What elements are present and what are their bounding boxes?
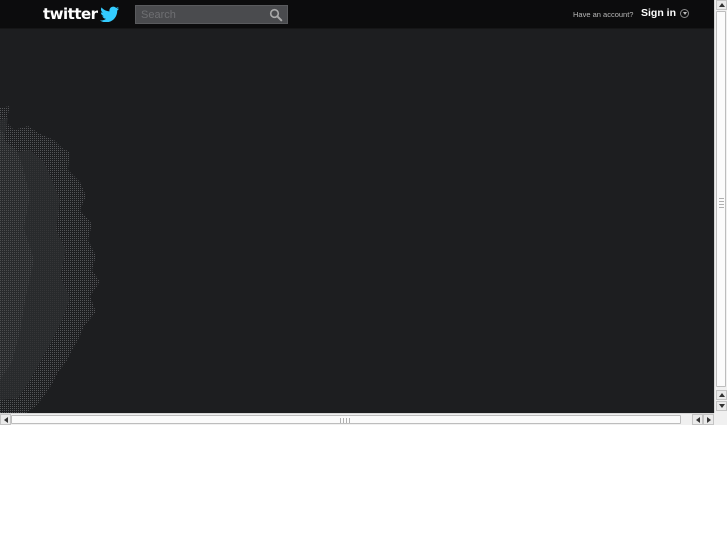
horizontal-scrollbar[interactable] <box>0 413 714 425</box>
arrow-down-icon <box>718 404 725 408</box>
search-box <box>135 5 288 24</box>
vertical-scrollbar[interactable] <box>714 0 727 413</box>
arrow-up-icon <box>718 3 725 7</box>
grip-icon <box>719 196 724 208</box>
arrow-right-icon <box>706 416 711 423</box>
magnifier-icon[interactable] <box>269 8 283 22</box>
logo-wordmark: twitter <box>43 5 98 23</box>
search-input[interactable] <box>136 6 269 23</box>
chevron-down-circle-icon <box>680 8 689 18</box>
signin-button[interactable]: Sign in <box>641 7 689 19</box>
arrow-up-icon <box>718 393 725 397</box>
horizontal-scroll-thumb[interactable] <box>11 415 681 424</box>
scroll-left-button[interactable] <box>0 414 11 425</box>
scrollbar-corner <box>714 413 727 425</box>
scroll-up-button[interactable] <box>716 0 727 10</box>
twitter-logo[interactable]: twitter <box>43 4 120 24</box>
grip-icon <box>340 418 352 423</box>
twitter-bird-icon <box>99 6 119 22</box>
arrow-left-icon <box>3 416 8 423</box>
vertical-scroll-thumb[interactable] <box>716 11 726 387</box>
scroll-up-button-lower[interactable] <box>716 390 727 400</box>
scroll-left-button-right[interactable] <box>692 414 703 425</box>
account-prompt: Have an account? <box>573 10 634 19</box>
scroll-right-button[interactable] <box>703 414 714 425</box>
signin-label: Sign in <box>641 7 676 19</box>
background-texture <box>0 106 100 413</box>
scroll-down-button[interactable] <box>716 401 727 411</box>
arrow-left-icon <box>695 416 700 423</box>
top-navigation-bar: twitter Have an account? Sign in <box>0 0 714 29</box>
page-viewport: twitter Have an account? Sign in <box>0 0 714 413</box>
